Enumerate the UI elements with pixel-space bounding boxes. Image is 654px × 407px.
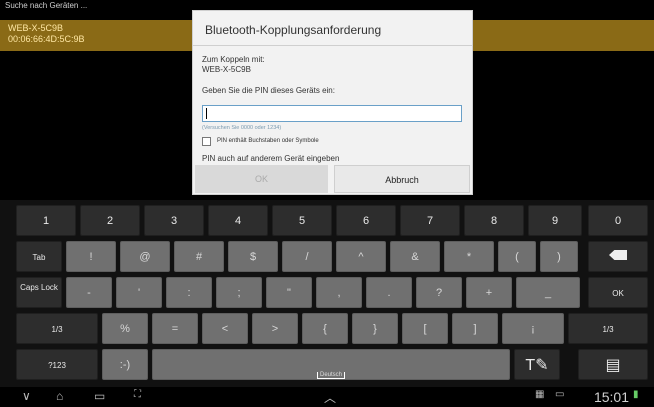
key-quote[interactable]: "	[266, 277, 312, 308]
key-colon[interactable]: :	[166, 277, 212, 308]
back-icon[interactable]: ∨	[22, 389, 31, 403]
key-9[interactable]: 9	[528, 205, 582, 236]
dialog-title: Bluetooth-Kopplungsanforderung	[205, 23, 382, 37]
key-1[interactable]: 1	[16, 205, 76, 236]
key-period[interactable]: .	[366, 277, 412, 308]
key-7[interactable]: 7	[400, 205, 460, 236]
bluetooth-pairing-dialog: Bluetooth-Kopplungsanforderung Zum Koppe…	[192, 10, 473, 195]
key-4[interactable]: 4	[208, 205, 268, 236]
other-device-label: PIN auch auf anderem Gerät eingeben	[202, 154, 340, 163]
home-icon[interactable]: ⌂	[56, 389, 63, 403]
battery-icon: ▮	[633, 389, 639, 400]
key-minus[interactable]: -	[66, 277, 112, 308]
key-exclamation[interactable]: !	[66, 241, 116, 272]
key-apostrophe[interactable]: '	[116, 277, 162, 308]
key-page-1-3-left[interactable]: 1/3	[16, 313, 98, 344]
key-ampersand[interactable]: &	[390, 241, 440, 272]
key-underscore[interactable]: _	[516, 277, 580, 308]
cancel-button[interactable]: Abbruch	[334, 165, 470, 193]
key-brace-open[interactable]: {	[302, 313, 348, 344]
key-inverted-exclamation[interactable]: ¡	[502, 313, 564, 344]
key-question[interactable]: ?	[416, 277, 462, 308]
key-equals[interactable]: =	[152, 313, 198, 344]
key-bracket-close[interactable]: ]	[452, 313, 498, 344]
key-5[interactable]: 5	[272, 205, 332, 236]
key-caret[interactable]: ^	[336, 241, 386, 272]
key-paren-open[interactable]: (	[498, 241, 536, 272]
pin-prompt: Geben Sie die PIN dieses Geräts ein:	[202, 86, 335, 95]
backspace-icon	[609, 250, 627, 260]
key-backspace[interactable]	[588, 241, 648, 272]
key-brace-close[interactable]: }	[352, 313, 398, 344]
key-page-1-3-right[interactable]: 1/3	[568, 313, 648, 344]
pin-hint: (Versuchen Sie 0000 oder 1234)	[202, 125, 282, 131]
keyboard-status-icon: ▦	[535, 389, 545, 400]
key-tab[interactable]: Tab	[16, 241, 62, 272]
letters-checkbox-label[interactable]: PIN enthält Buchstaben oder Symbole	[217, 138, 319, 144]
pair-device-name: WEB-X-5C9B	[202, 65, 251, 74]
key-greater-than[interactable]: >	[252, 313, 298, 344]
space-icon	[317, 372, 345, 379]
key-asterisk[interactable]: *	[444, 241, 494, 272]
text-cursor	[206, 108, 207, 119]
key-dollar[interactable]: $	[228, 241, 278, 272]
system-bar: ∨ ⌂ ▭ ⛶ ︿ ▦ ▭ 15:01 ▮	[0, 387, 654, 407]
key-3[interactable]: 3	[144, 205, 204, 236]
key-2[interactable]: 2	[80, 205, 140, 236]
notification-icon: ▭	[555, 389, 565, 400]
key-6[interactable]: 6	[336, 205, 396, 236]
key-caps-lock[interactable]: Caps Lock	[16, 277, 62, 308]
key-plus[interactable]: +	[466, 277, 512, 308]
key-semicolon[interactable]: ;	[216, 277, 262, 308]
recent-apps-icon[interactable]: ▭	[94, 389, 105, 403]
key-symbols-toggle[interactable]: ?123	[16, 349, 98, 380]
chevron-up-icon[interactable]: ︿	[324, 389, 336, 406]
key-hash[interactable]: #	[174, 241, 224, 272]
clock: 15:01	[593, 389, 629, 405]
key-paren-close[interactable]: )	[540, 241, 578, 272]
pin-input[interactable]	[202, 105, 462, 122]
key-space[interactable]: Deutsch	[152, 349, 510, 380]
key-bracket-open[interactable]: [	[402, 313, 448, 344]
key-ok[interactable]: OK	[588, 277, 648, 308]
handwriting-icon[interactable]: T✎	[514, 349, 560, 380]
key-smiley[interactable]: :-)	[102, 349, 148, 380]
key-0[interactable]: 0	[588, 205, 648, 236]
pair-with-label: Zum Koppeln mit:	[202, 55, 265, 64]
key-slash[interactable]: /	[282, 241, 332, 272]
screenshot-icon[interactable]: ⛶	[134, 389, 141, 400]
key-comma[interactable]: ,	[316, 277, 362, 308]
key-8[interactable]: 8	[464, 205, 524, 236]
onscreen-keyboard: 1 2 3 4 5 6 7 8 9 0 Tab ! @ # $ / ^ & * …	[0, 200, 654, 387]
key-percent[interactable]: %	[102, 313, 148, 344]
divider	[193, 45, 472, 46]
clipboard-icon[interactable]: ▤	[578, 349, 648, 380]
key-less-than[interactable]: <	[202, 313, 248, 344]
ok-button[interactable]: OK	[195, 165, 328, 193]
letters-checkbox[interactable]	[202, 137, 211, 146]
key-at[interactable]: @	[120, 241, 170, 272]
